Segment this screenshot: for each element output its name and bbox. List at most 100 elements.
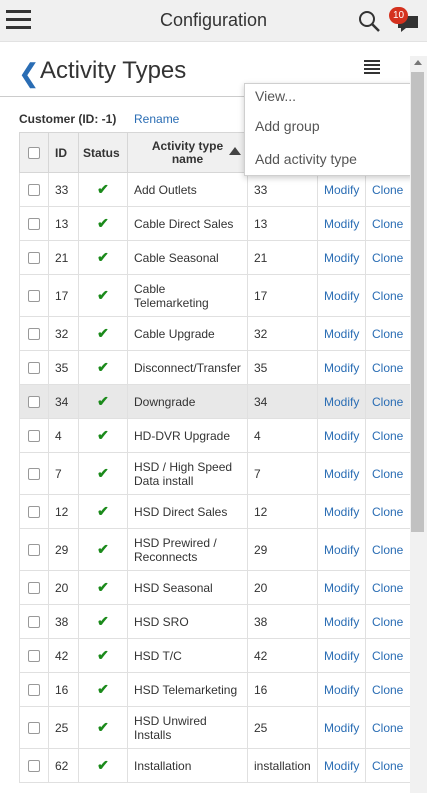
clone-link[interactable]: Clone bbox=[365, 316, 410, 351]
header-status[interactable]: Status bbox=[78, 132, 128, 173]
row-checkbox[interactable] bbox=[28, 396, 40, 409]
modify-link[interactable]: Modify bbox=[317, 638, 366, 673]
page-title: Activity Types bbox=[40, 57, 187, 84]
modify-link[interactable]: Modify bbox=[317, 350, 366, 385]
row-id: 12 bbox=[48, 494, 79, 529]
menu-item-view[interactable]: View... bbox=[255, 88, 296, 104]
clone-link[interactable]: Clone bbox=[365, 418, 410, 453]
status-check-icon: ✔ bbox=[78, 206, 128, 241]
modify-link[interactable]: Modify bbox=[317, 384, 366, 419]
table-row[interactable]: 16 ✔ HSD Telemarketing 16 Modify Clone bbox=[19, 672, 410, 707]
row-checkbox[interactable] bbox=[28, 328, 40, 341]
row-checkbox-cell bbox=[19, 638, 49, 673]
row-checkbox[interactable] bbox=[28, 582, 40, 595]
table-row[interactable]: 42 ✔ HSD T/C 42 Modify Clone bbox=[19, 638, 410, 673]
row-checkbox[interactable] bbox=[28, 290, 40, 303]
clone-link[interactable]: Clone bbox=[365, 706, 410, 749]
row-checkbox-cell bbox=[19, 172, 49, 207]
row-name: Add Outlets bbox=[127, 172, 248, 207]
modify-link[interactable]: Modify bbox=[317, 206, 366, 241]
sort-ascending-icon[interactable] bbox=[229, 147, 241, 155]
row-code: 29 bbox=[247, 528, 318, 571]
table-row[interactable]: 7 ✔ HSD / High Speed Data install 7 Modify Cl… bbox=[19, 452, 410, 495]
table-row[interactable]: 32 ✔ Cable Upgrade 32 Modify Clone bbox=[19, 316, 410, 351]
modify-link[interactable]: Modify bbox=[317, 172, 366, 207]
modify-link[interactable]: Modify bbox=[317, 452, 366, 495]
table-row[interactable]: 25 ✔ HSD Unwired Installs 25 Modify Clone bbox=[19, 706, 410, 749]
modify-link[interactable]: Modify bbox=[317, 672, 366, 707]
row-checkbox[interactable] bbox=[28, 650, 40, 663]
modify-link[interactable]: Modify bbox=[317, 316, 366, 351]
table-row[interactable]: 34 ✔ Downgrade 34 Modify Clone bbox=[19, 384, 410, 419]
clone-link[interactable]: Clone bbox=[365, 494, 410, 529]
scrollbar[interactable] bbox=[410, 56, 427, 793]
status-check-icon: ✔ bbox=[78, 350, 128, 385]
modify-link[interactable]: Modify bbox=[317, 570, 366, 605]
modify-link[interactable]: Modify bbox=[317, 528, 366, 571]
clone-link[interactable]: Clone bbox=[365, 274, 410, 317]
row-checkbox[interactable] bbox=[28, 252, 40, 265]
row-checkbox[interactable] bbox=[28, 722, 40, 735]
table-row[interactable]: 33 ✔ Add Outlets 33 Modify Clone bbox=[19, 172, 410, 207]
rename-link[interactable]: Rename bbox=[134, 112, 179, 126]
modify-link[interactable]: Modify bbox=[317, 418, 366, 453]
table-row[interactable]: 21 ✔ Cable Seasonal 21 Modify Clone bbox=[19, 240, 410, 275]
modify-link[interactable]: Modify bbox=[317, 748, 366, 783]
row-id: 62 bbox=[48, 748, 79, 783]
modify-link[interactable]: Modify bbox=[317, 494, 366, 529]
select-all-checkbox[interactable] bbox=[28, 147, 40, 160]
row-checkbox-cell bbox=[19, 206, 49, 241]
table-row[interactable]: 12 ✔ HSD Direct Sales 12 Modify Clone bbox=[19, 494, 410, 529]
table-row[interactable]: 35 ✔ Disconnect/Transfer 35 Modify Clone bbox=[19, 350, 410, 385]
row-id: 13 bbox=[48, 206, 79, 241]
table-row[interactable]: 20 ✔ HSD Seasonal 20 Modify Clone bbox=[19, 570, 410, 605]
row-id: 33 bbox=[48, 172, 79, 207]
row-checkbox[interactable] bbox=[28, 468, 40, 481]
row-name: Installation bbox=[127, 748, 248, 783]
table-row[interactable]: 38 ✔ HSD SRO 38 Modify Clone bbox=[19, 604, 410, 639]
header-id[interactable]: ID bbox=[48, 132, 79, 173]
table-row[interactable]: 17 ✔ Cable Telemarketing 17 Modify Clone bbox=[19, 274, 410, 317]
scroll-thumb[interactable] bbox=[411, 72, 424, 532]
row-name: HSD SRO bbox=[127, 604, 248, 639]
clone-link[interactable]: Clone bbox=[365, 206, 410, 241]
row-checkbox[interactable] bbox=[28, 184, 40, 197]
row-name: HSD T/C bbox=[127, 638, 248, 673]
row-checkbox[interactable] bbox=[28, 760, 40, 773]
menu-item-add-group[interactable]: Add group bbox=[255, 118, 320, 134]
row-checkbox[interactable] bbox=[28, 218, 40, 231]
row-checkbox[interactable] bbox=[28, 430, 40, 443]
row-checkbox[interactable] bbox=[28, 506, 40, 519]
search-icon[interactable] bbox=[357, 9, 381, 33]
modify-link[interactable]: Modify bbox=[317, 274, 366, 317]
modify-link[interactable]: Modify bbox=[317, 604, 366, 639]
row-checkbox[interactable] bbox=[28, 684, 40, 697]
scroll-up-icon[interactable] bbox=[414, 60, 422, 65]
modify-link[interactable]: Modify bbox=[317, 240, 366, 275]
clone-link[interactable]: Clone bbox=[365, 350, 410, 385]
clone-link[interactable]: Clone bbox=[365, 528, 410, 571]
clone-link[interactable]: Clone bbox=[365, 638, 410, 673]
clone-link[interactable]: Clone bbox=[365, 240, 410, 275]
clone-link[interactable]: Clone bbox=[365, 452, 410, 495]
row-checkbox[interactable] bbox=[28, 362, 40, 375]
clone-link[interactable]: Clone bbox=[365, 748, 410, 783]
clone-link[interactable]: Clone bbox=[365, 172, 410, 207]
clone-link[interactable]: Clone bbox=[365, 570, 410, 605]
customer-label: Customer (ID: -1) bbox=[19, 112, 117, 126]
table-row[interactable]: 29 ✔ HSD Prewired / Reconnects 29 Modify Clon… bbox=[19, 528, 410, 571]
row-checkbox-cell bbox=[19, 418, 49, 453]
back-chevron-icon[interactable]: ❮ bbox=[18, 58, 40, 88]
menu-item-add-activity-type[interactable]: Add activity type bbox=[255, 151, 357, 167]
table-row[interactable]: 62 ✔ Installation installation Modify Clone bbox=[19, 748, 410, 783]
row-checkbox[interactable] bbox=[28, 544, 40, 557]
table-row[interactable]: 13 ✔ Cable Direct Sales 13 Modify Clone bbox=[19, 206, 410, 241]
clone-link[interactable]: Clone bbox=[365, 672, 410, 707]
table-row[interactable]: 4 ✔ HD-DVR Upgrade 4 Modify Clone bbox=[19, 418, 410, 453]
clone-link[interactable]: Clone bbox=[365, 604, 410, 639]
context-menu: View... Add group Add activity type bbox=[244, 83, 415, 176]
list-menu-icon[interactable] bbox=[364, 60, 380, 76]
row-checkbox[interactable] bbox=[28, 616, 40, 629]
clone-link[interactable]: Clone bbox=[365, 384, 410, 419]
modify-link[interactable]: Modify bbox=[317, 706, 366, 749]
